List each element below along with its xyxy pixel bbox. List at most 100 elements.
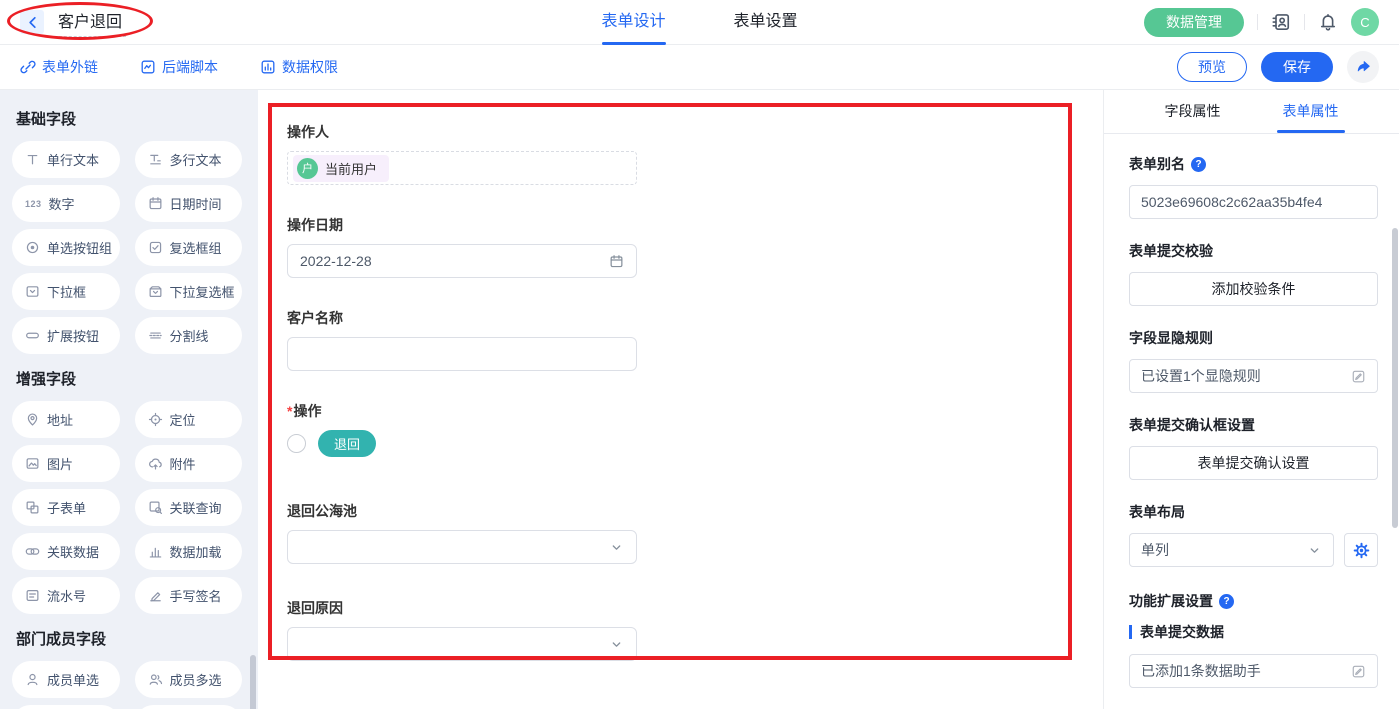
submit-confirm-button[interactable]: 表单提交确认设置: [1129, 446, 1378, 480]
radio-button[interactable]: [287, 434, 306, 453]
field-pill-datetime[interactable]: 日期时间: [135, 185, 243, 222]
pill-label: 下拉复选框: [170, 282, 235, 301]
field-pill-multi-line-text[interactable]: 多行文本: [135, 141, 243, 178]
contacts-icon[interactable]: [1271, 12, 1291, 32]
save-button[interactable]: 保存: [1261, 52, 1333, 82]
submit-data-box[interactable]: 已添加1条数据助手: [1129, 654, 1378, 688]
field-pill-member-single[interactable]: 成员单选: [12, 661, 120, 698]
return-pool-select[interactable]: [287, 530, 637, 564]
field-pill-signature[interactable]: 手写签名: [135, 577, 243, 614]
customer-name-input[interactable]: [287, 337, 637, 371]
chevron-left-icon: [25, 15, 40, 30]
field-pill-partial[interactable]: [12, 705, 120, 709]
field-pill-related-query[interactable]: 关联查询: [135, 489, 243, 526]
pill-label: 复选框组: [170, 238, 222, 257]
field-pill-subform[interactable]: 子表单: [12, 489, 120, 526]
basic-fields-grid: 单行文本 多行文本 123数字 日期时间 单选按钮组 复选框组 下拉框 下拉复选…: [12, 141, 242, 354]
user-chip-icon: 户: [297, 158, 318, 179]
serial-number-icon: [25, 588, 40, 603]
attachment-icon: [148, 456, 163, 471]
help-icon[interactable]: ?: [1191, 157, 1206, 172]
header-left: 客户退回: [20, 8, 126, 37]
field-pill-related-data[interactable]: 关联数据: [12, 533, 120, 570]
option-pill-return[interactable]: 退回: [318, 430, 376, 457]
field-pill-data-load[interactable]: 数据加载: [135, 533, 243, 570]
field-pill-single-line-text[interactable]: 单行文本: [12, 141, 120, 178]
edit-icon[interactable]: [1351, 369, 1366, 384]
field-pill-image[interactable]: 图片: [12, 445, 120, 482]
field-pill-number[interactable]: 123数字: [12, 185, 120, 222]
field-pill-partial[interactable]: [135, 705, 243, 709]
pill-label: 分割线: [170, 326, 209, 345]
field-pill-location[interactable]: 定位: [135, 401, 243, 438]
data-load-icon: [148, 544, 163, 559]
pill-label: 单选按钮组: [47, 238, 112, 257]
chevron-down-icon: [609, 540, 624, 555]
sidebar-scrollbar-thumb[interactable]: [250, 655, 256, 709]
return-reason-select[interactable]: [287, 627, 637, 661]
field-customer-name[interactable]: 客户名称: [287, 308, 637, 371]
field-pill-serial-number[interactable]: 流水号: [12, 577, 120, 614]
avatar[interactable]: C: [1351, 8, 1379, 36]
header-tabs: 表单设计 表单设置: [601, 0, 797, 45]
chip-label: 当前用户: [325, 159, 377, 178]
field-pill-select[interactable]: 下拉框: [12, 273, 120, 310]
field-pill-extend-button[interactable]: 扩展按钮: [12, 317, 120, 354]
field-pill-divider[interactable]: 分割线: [135, 317, 243, 354]
toolbar-actions: 预览 保存: [1177, 51, 1379, 83]
visibility-rules-box[interactable]: 已设置1个显隐规则: [1129, 359, 1378, 393]
backend-script-link[interactable]: 后端脚本: [140, 57, 218, 77]
field-pill-attachment[interactable]: 附件: [135, 445, 243, 482]
back-button[interactable]: [20, 10, 44, 34]
signature-icon: [148, 588, 163, 603]
pill-label: 图片: [47, 454, 73, 473]
image-icon: [25, 456, 40, 471]
pill-label: 成员多选: [170, 670, 222, 689]
field-pill-address[interactable]: 地址: [12, 401, 120, 438]
main-area: 基础字段 单行文本 多行文本 123数字 日期时间 单选按钮组 复选框组 下拉框…: [0, 90, 1399, 709]
layout-select[interactable]: 单列: [1129, 533, 1334, 567]
form-external-link[interactable]: 表单外链: [20, 57, 98, 77]
field-pill-multi-select[interactable]: 下拉复选框: [135, 273, 243, 310]
share-button[interactable]: [1347, 51, 1379, 83]
operation-options: 退回: [287, 430, 637, 457]
field-label: 客户名称: [287, 308, 637, 328]
field-operator[interactable]: 操作人 户 当前用户: [287, 122, 637, 185]
submit-data-value: 已添加1条数据助手: [1141, 661, 1261, 681]
field-pill-checkbox-group[interactable]: 复选框组: [135, 229, 243, 266]
add-validation-button[interactable]: 添加校验条件: [1129, 272, 1378, 306]
bell-icon[interactable]: [1318, 12, 1338, 32]
app-header: 客户退回 表单设计 表单设置 数据管理 C: [0, 0, 1399, 45]
help-icon[interactable]: ?: [1219, 594, 1234, 609]
field-return-pool[interactable]: 退回公海池: [287, 501, 637, 564]
data-manage-button[interactable]: 数据管理: [1144, 8, 1244, 37]
submit-data-label: 表单提交数据: [1129, 622, 1378, 642]
related-data-icon: [25, 544, 40, 559]
member-multi-icon: [148, 672, 163, 687]
date-input[interactable]: 2022-12-28: [287, 244, 637, 278]
form-canvas[interactable]: 操作人 户 当前用户 操作日期 2022-12-28 客户名称: [258, 90, 1103, 709]
field-return-reason[interactable]: 退回原因: [287, 598, 637, 661]
field-operation-date[interactable]: 操作日期 2022-12-28: [287, 215, 637, 278]
divider: [1257, 14, 1258, 30]
field-pill-member-multi[interactable]: 成员多选: [135, 661, 243, 698]
tab-form-properties[interactable]: 表单属性: [1283, 90, 1339, 133]
edit-icon[interactable]: [1351, 664, 1366, 679]
single-line-text-icon: [25, 152, 40, 167]
gear-icon: [1353, 542, 1370, 559]
operator-user-box[interactable]: 户 当前用户: [287, 151, 637, 185]
form-alias-input[interactable]: 5023e69608c2c62aa35b4fe4: [1129, 185, 1378, 219]
layout-settings-button[interactable]: [1344, 533, 1378, 567]
member-fields-grid: 成员单选 成员多选: [12, 661, 242, 709]
field-pill-radio-group[interactable]: 单选按钮组: [12, 229, 120, 266]
tab-form-design[interactable]: 表单设计: [601, 0, 665, 45]
data-permission-link[interactable]: 数据权限: [260, 57, 338, 77]
tab-form-settings[interactable]: 表单设置: [734, 0, 798, 45]
page-title[interactable]: 客户退回: [54, 8, 126, 37]
tab-field-properties[interactable]: 字段属性: [1165, 90, 1221, 133]
label-text: 功能扩展设置: [1129, 591, 1213, 611]
backend-script-label: 后端脚本: [162, 57, 218, 77]
field-operation[interactable]: *操作 退回: [287, 401, 637, 457]
preview-button[interactable]: 预览: [1177, 52, 1247, 82]
properties-scrollbar-thumb[interactable]: [1392, 228, 1398, 528]
